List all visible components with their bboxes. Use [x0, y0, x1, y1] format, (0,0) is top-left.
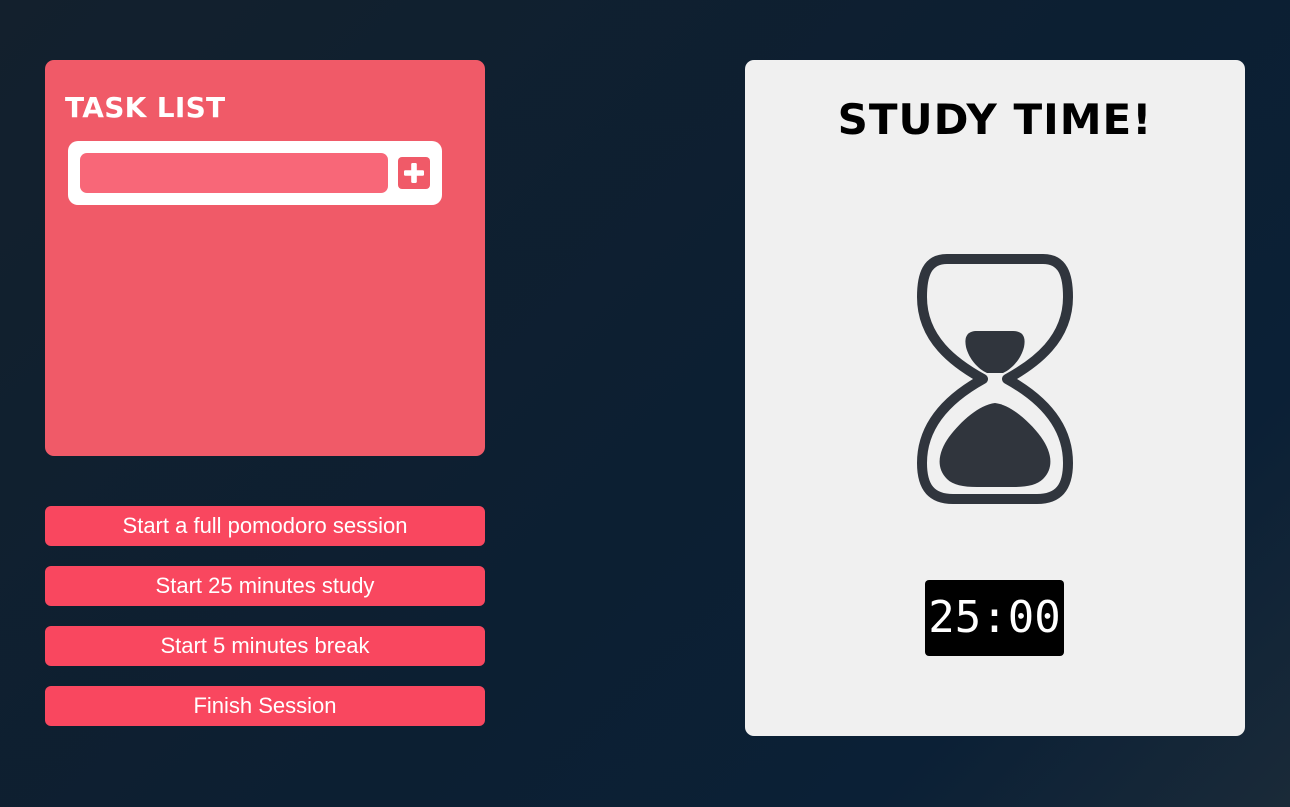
task-input-container	[68, 141, 442, 205]
start-study-button[interactable]: Start 25 minutes study	[45, 566, 485, 606]
task-list-title: TASK LIST	[65, 91, 226, 124]
finish-session-button[interactable]: Finish Session	[45, 686, 485, 726]
countdown-timer: 25:00	[925, 580, 1064, 656]
task-input[interactable]	[80, 153, 388, 193]
start-break-button[interactable]: Start 5 minutes break	[45, 626, 485, 666]
plus-icon	[404, 163, 424, 183]
study-title: STUDY TIME!	[837, 95, 1153, 144]
add-task-button[interactable]	[398, 157, 430, 189]
task-list-panel: TASK LIST	[45, 60, 485, 456]
start-full-pomodoro-button[interactable]: Start a full pomodoro session	[45, 506, 485, 546]
hourglass-icon	[917, 254, 1073, 504]
study-panel: STUDY TIME! 25:00	[745, 60, 1245, 736]
